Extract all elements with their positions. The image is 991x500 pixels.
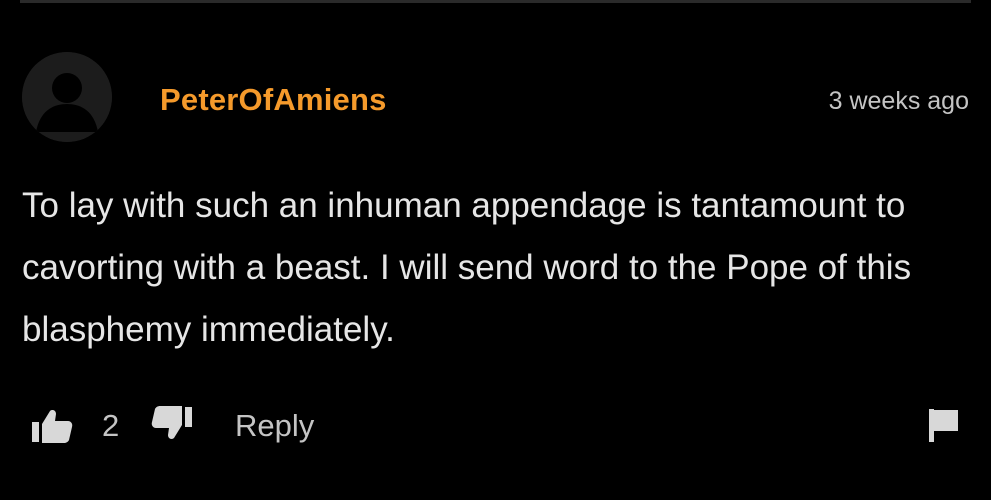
top-divider [20, 0, 971, 3]
reply-button[interactable]: Reply [235, 408, 314, 444]
vote-count: 2 [102, 408, 120, 443]
thumbs-up-icon [32, 410, 73, 443]
thumbs-down-button[interactable] [150, 406, 194, 442]
comment-username[interactable]: PeterOfAmiens [160, 82, 387, 118]
thumbs-up-button[interactable] [30, 408, 74, 444]
comment-page: PeterOfAmiens 3 weeks ago To lay with su… [0, 0, 991, 500]
thumbs-down-icon [151, 406, 192, 439]
comment-timestamp: 3 weeks ago [828, 87, 969, 115]
comment-actions: 2 Reply [0, 400, 991, 450]
flag-button[interactable] [927, 407, 961, 443]
default-user-avatar-icon [22, 52, 112, 142]
comment-body: To lay with such an inhuman appendage is… [22, 186, 912, 349]
flag-icon [929, 409, 958, 442]
user-avatar[interactable] [22, 52, 112, 142]
